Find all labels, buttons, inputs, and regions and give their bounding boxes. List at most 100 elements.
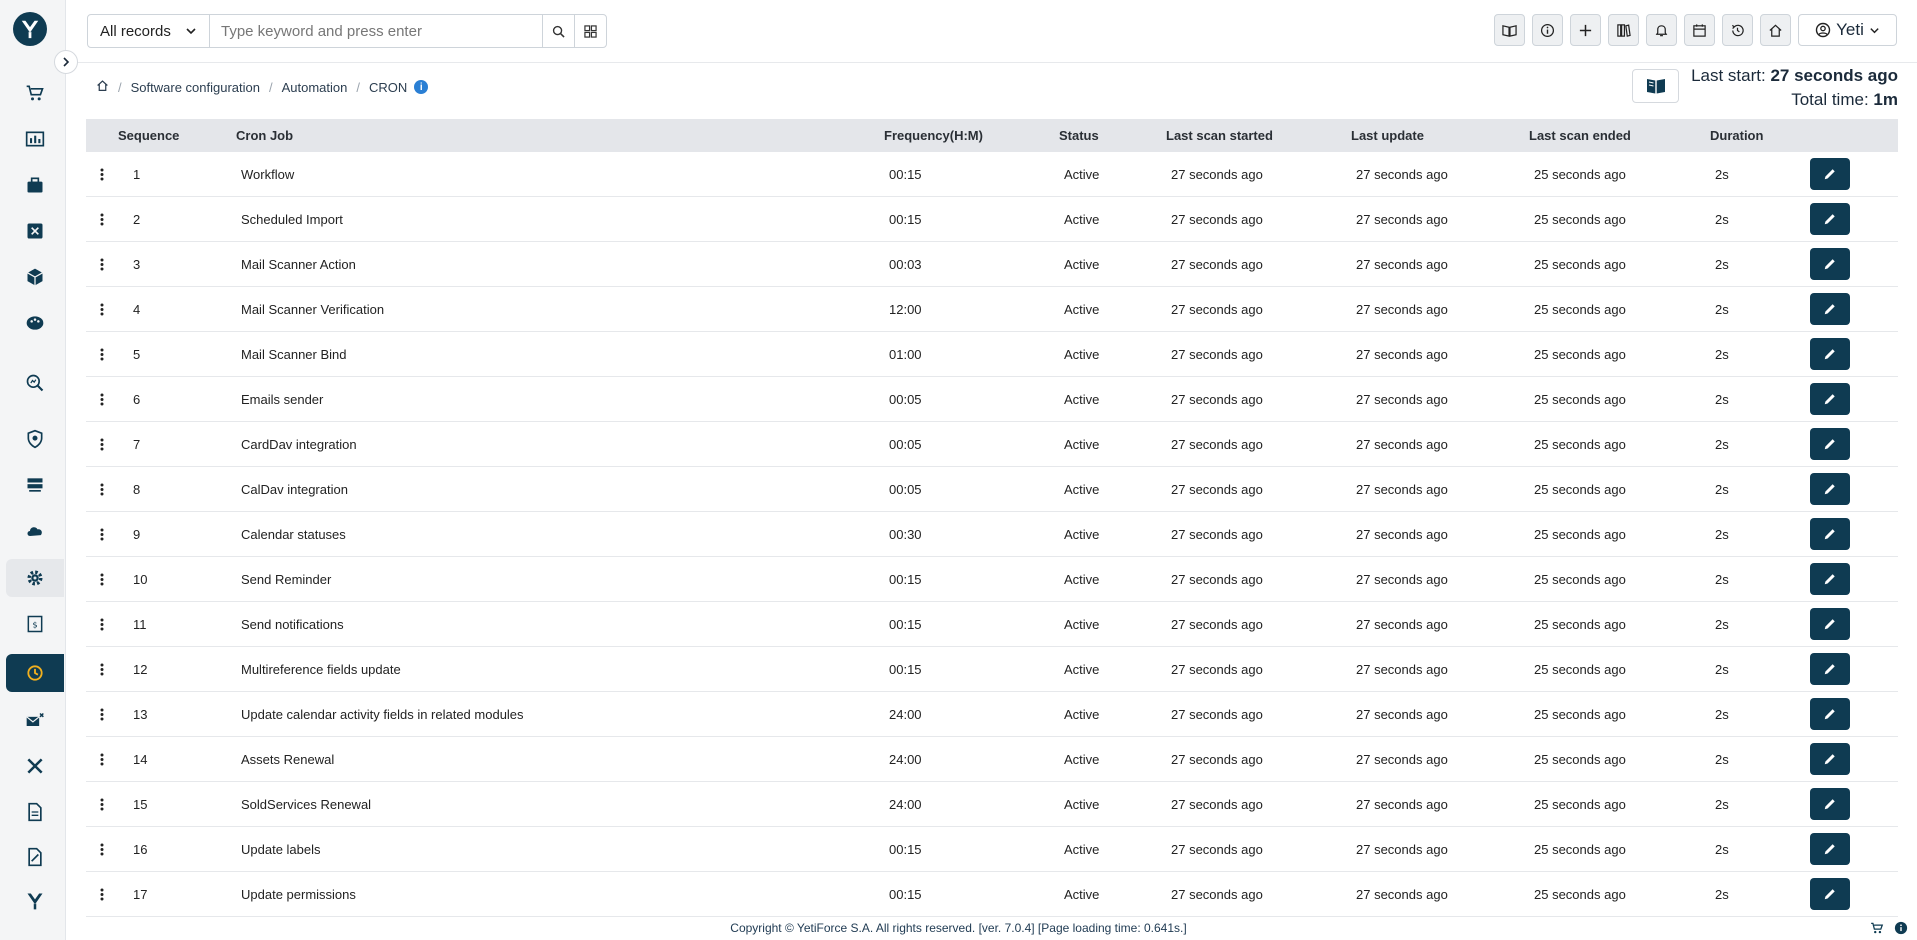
kebab-menu-icon[interactable] [86, 168, 118, 181]
briefcase-icon[interactable] [6, 166, 64, 204]
calendar-button[interactable] [1684, 14, 1715, 46]
cell-status: Active [1059, 736, 1166, 782]
total-time: Total time: 1m [1791, 90, 1898, 110]
info-icon[interactable] [1894, 921, 1908, 935]
tools-icon[interactable] [6, 747, 64, 785]
cell-sequence: 17 [118, 871, 236, 917]
kebab-menu-icon[interactable] [86, 618, 118, 631]
document-icon[interactable] [6, 793, 64, 831]
kebab-menu-icon[interactable] [86, 663, 118, 676]
kebab-menu-icon[interactable] [86, 753, 118, 766]
table-row: 7 CardDav integration 00:05 Active 27 second… [86, 421, 1898, 467]
column-header-last-scan-ended[interactable]: Last scan ended [1529, 119, 1710, 152]
cloud-icon[interactable] [6, 512, 64, 550]
cart-icon[interactable] [1870, 921, 1884, 935]
mail-remove-icon[interactable] [6, 702, 64, 740]
column-header-last-update[interactable]: Last update [1351, 119, 1529, 152]
cell-sequence: 6 [118, 376, 236, 422]
kebab-menu-icon[interactable] [86, 348, 118, 361]
chart-icon[interactable] [6, 120, 64, 158]
row-edit-cell [1810, 286, 1898, 332]
edit-button[interactable] [1810, 608, 1850, 640]
column-header-cron-job[interactable]: Cron Job [236, 119, 884, 152]
clock-icon[interactable] [6, 654, 64, 692]
edit-button[interactable] [1810, 743, 1850, 775]
yeti-icon[interactable] [6, 882, 64, 920]
cell-sequence: 4 [118, 286, 236, 332]
column-header-duration[interactable]: Duration [1710, 119, 1810, 152]
edit-button[interactable] [1810, 473, 1850, 505]
home-icon[interactable] [96, 79, 109, 95]
edit-button[interactable] [1810, 698, 1850, 730]
edit-button[interactable] [1810, 248, 1850, 280]
search-chart-icon[interactable] [6, 364, 64, 402]
row-edit-cell [1810, 781, 1898, 827]
cell-status: Active [1059, 331, 1166, 377]
column-header-sequence[interactable]: Sequence [118, 119, 236, 152]
kebab-menu-icon[interactable] [86, 393, 118, 406]
knowledge-base-button[interactable] [1494, 14, 1525, 46]
kebab-menu-icon[interactable] [86, 258, 118, 271]
breadcrumb-item-software-configuration[interactable]: Software configuration [131, 80, 260, 95]
module-select[interactable]: All records [88, 15, 210, 47]
history-button[interactable] [1722, 14, 1753, 46]
edit-button[interactable] [1810, 383, 1850, 415]
user-menu-button[interactable]: Yeti [1798, 14, 1897, 46]
kebab-menu-icon[interactable] [86, 483, 118, 496]
column-header-edit [1810, 119, 1898, 152]
kebab-menu-icon[interactable] [86, 888, 118, 901]
breadcrumb-item-automation[interactable]: Automation [282, 80, 348, 95]
pencil-icon [1824, 394, 1835, 405]
quick-create-button[interactable] [1570, 14, 1601, 46]
edit-button[interactable] [1810, 833, 1850, 865]
edit-button[interactable] [1810, 293, 1850, 325]
server-icon[interactable] [6, 466, 64, 504]
notifications-button[interactable] [1646, 14, 1677, 46]
edit-button[interactable] [1810, 158, 1850, 190]
row-edit-cell [1810, 646, 1898, 692]
edit-button[interactable] [1810, 518, 1850, 550]
column-header-frequency[interactable]: Frequency(H:M) [884, 119, 1059, 152]
gear-icon[interactable] [6, 559, 64, 597]
shield-icon[interactable] [6, 420, 64, 458]
column-header-last-scan-started[interactable]: Last scan started [1166, 119, 1351, 152]
edit-button[interactable] [1810, 338, 1850, 370]
cell-last-scan-ended: 25 seconds ago [1529, 376, 1710, 422]
palette-icon[interactable] [6, 304, 64, 342]
column-header-status[interactable]: Status [1059, 119, 1166, 152]
kebab-menu-icon[interactable] [86, 528, 118, 541]
help-button[interactable] [1632, 69, 1679, 103]
kebab-menu-icon[interactable] [86, 213, 118, 226]
cart-icon[interactable] [6, 74, 64, 112]
kebab-menu-icon[interactable] [86, 573, 118, 586]
row-menu-cell [86, 601, 118, 647]
edit-button[interactable] [1810, 563, 1850, 595]
kebab-menu-icon[interactable] [86, 798, 118, 811]
advanced-search-button[interactable] [574, 15, 606, 47]
search-button[interactable] [542, 15, 574, 47]
edit-button[interactable] [1810, 428, 1850, 460]
puzzle-icon[interactable] [6, 212, 64, 250]
edit-button[interactable] [1810, 878, 1850, 910]
invoice-icon[interactable]: $ [6, 605, 64, 643]
kebab-menu-icon[interactable] [86, 708, 118, 721]
info-icon[interactable]: i [414, 80, 429, 94]
cell-last-update: 27 seconds ago [1351, 421, 1529, 467]
cell-duration: 2s [1710, 736, 1810, 782]
cube-icon[interactable] [6, 258, 64, 296]
search-input[interactable] [210, 15, 542, 47]
yetiforce-logo[interactable] [13, 12, 47, 46]
kebab-menu-icon[interactable] [86, 303, 118, 316]
kebab-menu-icon[interactable] [86, 843, 118, 856]
edit-button[interactable] [1810, 788, 1850, 820]
library-button[interactable] [1608, 14, 1639, 46]
kebab-menu-icon[interactable] [86, 438, 118, 451]
cell-last-scan-ended: 25 seconds ago [1529, 601, 1710, 647]
contract-icon[interactable] [6, 838, 64, 876]
about-button[interactable] [1532, 14, 1563, 46]
cell-last-scan-ended: 25 seconds ago [1529, 466, 1710, 512]
home-button[interactable] [1760, 14, 1791, 46]
edit-button[interactable] [1810, 203, 1850, 235]
sidebar-expand-button[interactable] [54, 50, 78, 74]
edit-button[interactable] [1810, 653, 1850, 685]
